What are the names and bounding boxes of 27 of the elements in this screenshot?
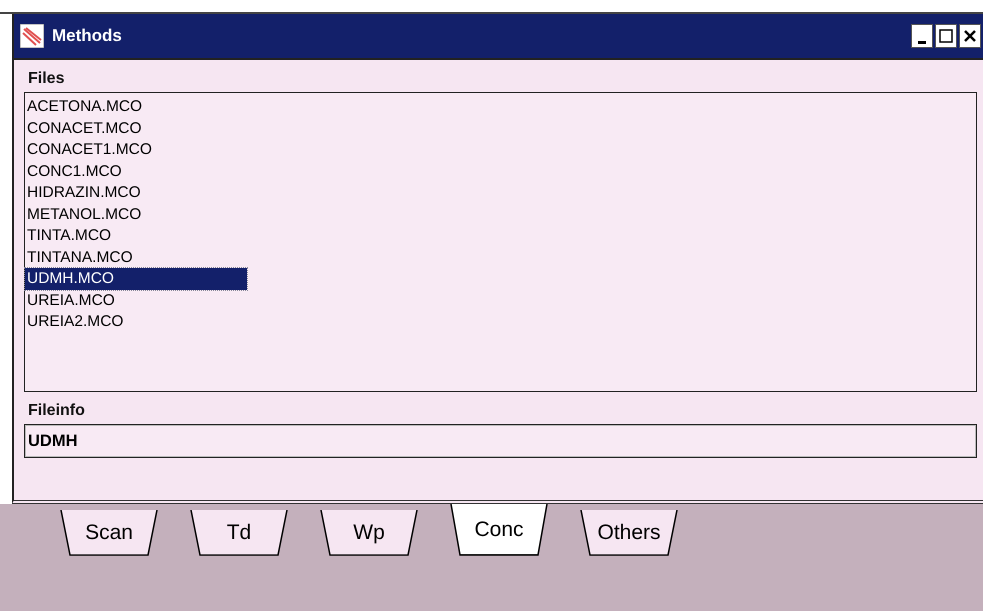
file-item[interactable]: CONACET1.MCO — [25, 139, 152, 160]
minimize-icon — [918, 40, 926, 44]
file-item[interactable]: METANOL.MCO — [25, 204, 142, 225]
tab[interactable]: Wp — [320, 510, 418, 556]
file-item[interactable]: UREIA2.MCO — [25, 311, 124, 332]
tab[interactable]: Td — [190, 510, 288, 556]
app-icon — [20, 24, 44, 48]
maximize-icon — [939, 29, 953, 43]
file-item[interactable]: TINTANA.MCO — [25, 246, 133, 268]
fileinfo-label: Fileinfo — [28, 402, 86, 420]
fileinfo-field[interactable]: UDMH — [24, 424, 977, 458]
file-item[interactable]: CONC1.MCO — [25, 160, 122, 182]
file-item[interactable]: ACETONA.MCO — [25, 96, 142, 118]
file-item[interactable]: UREIA.MCO — [25, 290, 115, 311]
close-button[interactable] — [959, 24, 981, 48]
file-item[interactable]: HIDRAZIN.MCO — [25, 182, 141, 204]
window-title: Methods — [52, 26, 123, 46]
tab[interactable]: Scan — [60, 510, 158, 556]
maximize-button[interactable] — [935, 24, 957, 48]
file-item[interactable]: TINTA.MCO — [25, 225, 112, 246]
file-item[interactable]: CONACET.MCO — [25, 118, 142, 139]
tab[interactable]: Conc — [450, 504, 548, 556]
minimize-button[interactable] — [911, 24, 933, 48]
files-label: Files — [28, 70, 66, 88]
tab[interactable]: Others — [580, 510, 678, 556]
file-item[interactable]: UDMH.MCO — [25, 268, 247, 290]
close-icon — [963, 29, 977, 43]
